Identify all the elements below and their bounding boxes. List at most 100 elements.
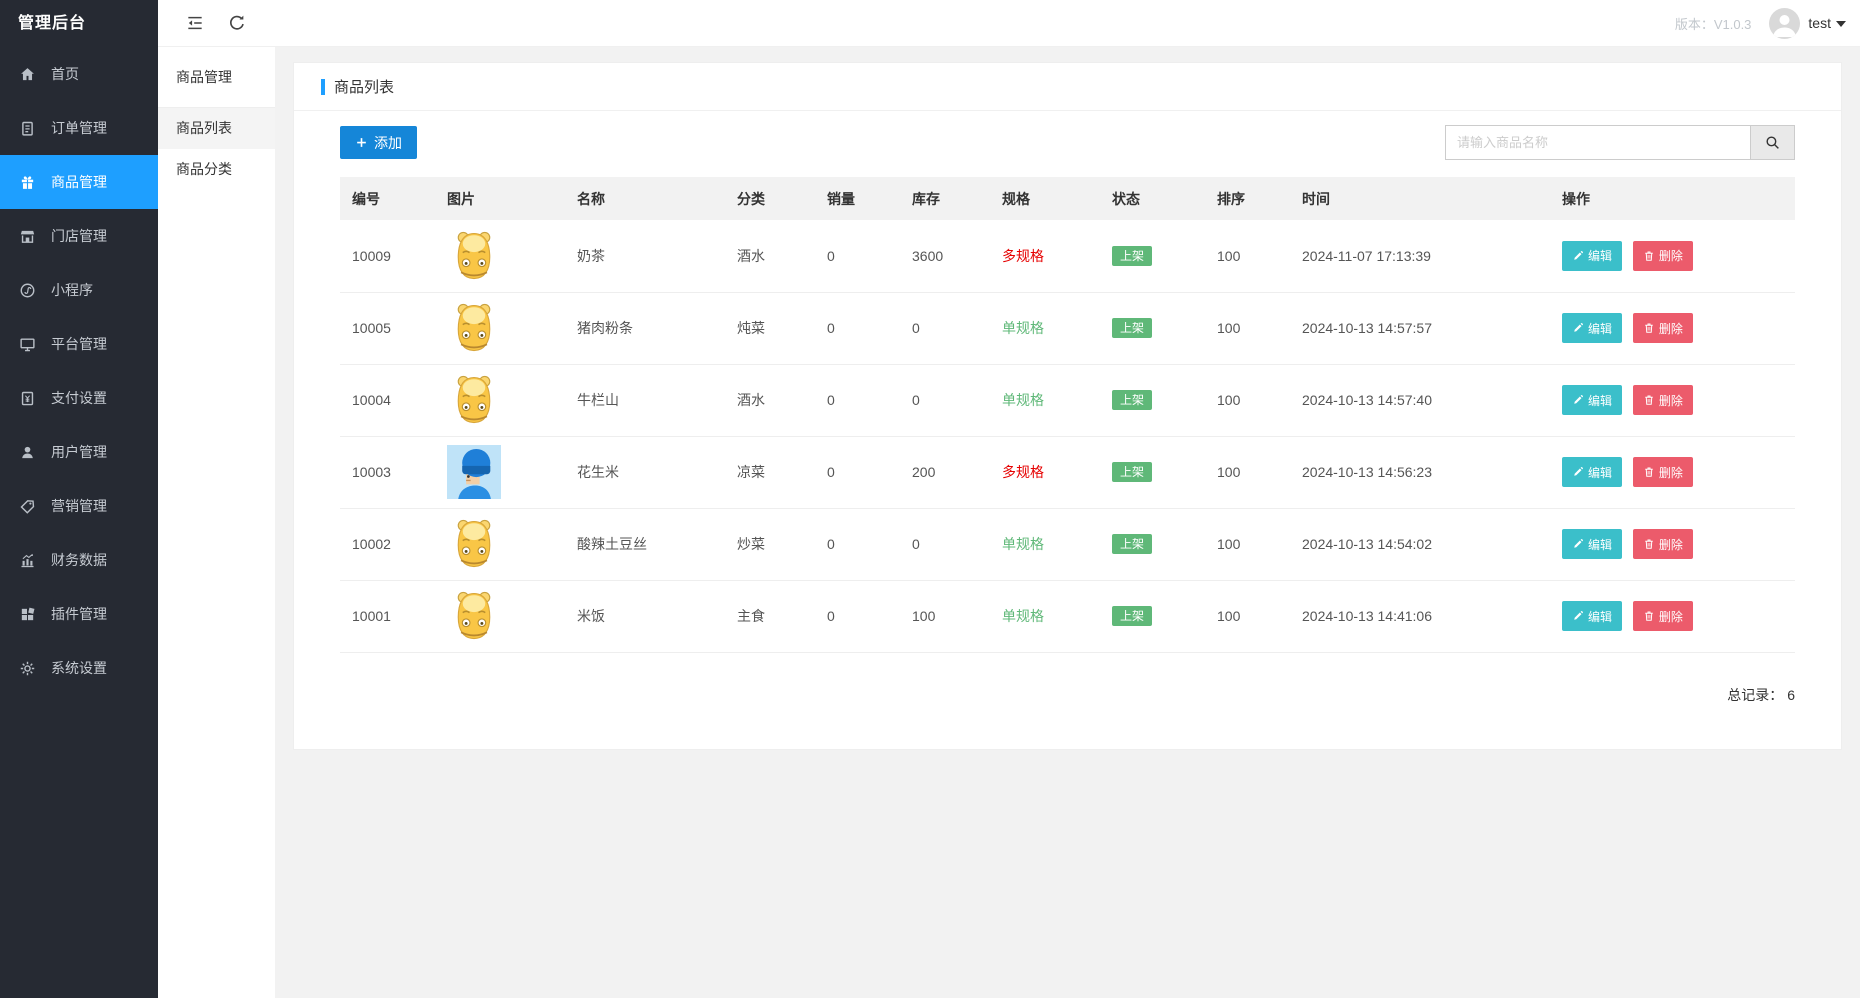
cell-name: 米饭: [565, 580, 725, 653]
search-button[interactable]: [1751, 125, 1795, 160]
table-header-row: 编号 图片 名称 分类 销量 库存 规格 状态 排序 时间 操作: [340, 177, 1795, 220]
cell-image: [435, 292, 565, 365]
sidebar-item-5[interactable]: 小程序: [0, 263, 158, 317]
sidebar-item-label: 首页: [51, 66, 79, 82]
cell-actions: 编辑 删除: [1550, 292, 1795, 365]
cell-image: [435, 580, 565, 653]
cell-category: 酒水: [725, 364, 815, 437]
edit-button[interactable]: 编辑: [1562, 385, 1623, 415]
user-avatar[interactable]: [1769, 7, 1801, 39]
sidebar-item-4[interactable]: 门店管理: [0, 209, 158, 263]
sidebar-item-8[interactable]: 用户管理: [0, 425, 158, 479]
sidebar-item-9[interactable]: 营销管理: [0, 479, 158, 533]
column-header: 分类: [725, 177, 815, 220]
cell-sales: 0: [815, 364, 900, 437]
add-product-button[interactable]: 添加: [340, 126, 417, 159]
edit-button[interactable]: 编辑: [1562, 529, 1623, 559]
platform-icon: [19, 336, 36, 353]
cell-stock: 0: [900, 364, 990, 437]
cell-id: 10004: [340, 364, 435, 437]
sidebar-nav: 首页 订单管理 商品管理 门店管理 小程序 平台管理 支付设置 用户管理 营销管…: [0, 47, 158, 695]
edit-button[interactable]: 编辑: [1562, 601, 1623, 631]
product-table: 编号 图片 名称 分类 销量 库存 规格 状态 排序 时间 操作 10009 奶茶 酒水 0 360…: [340, 177, 1795, 653]
cell-sort: 100: [1205, 436, 1290, 509]
sidebar-item-7[interactable]: 支付设置: [0, 371, 158, 425]
column-header: 名称: [565, 177, 725, 220]
trash-icon: [1643, 322, 1655, 334]
status-badge: 上架: [1112, 245, 1153, 266]
cell-time: 2024-10-13 14:56:23: [1290, 436, 1550, 509]
cell-category: 炖菜: [725, 292, 815, 365]
cell-name: 酸辣土豆丝: [565, 508, 725, 581]
toolbar: 添加: [340, 125, 1795, 160]
cell-sales: 0: [815, 220, 900, 293]
delete-button[interactable]: 删除: [1632, 385, 1693, 415]
miniprogram-icon: [19, 282, 36, 299]
cell-id: 10009: [340, 220, 435, 293]
product-list-card: 商品列表 添加 请输入商品名称 编号 图片 名称 分类 销量 库存 规格 状态 …: [293, 62, 1842, 750]
pencil-icon: [1572, 538, 1584, 550]
sidebar-item-1[interactable]: 首页: [0, 47, 158, 101]
table-row: 10002 酸辣土豆丝 炒菜 0 0 单规格 上架 100 2024-10-13…: [340, 508, 1795, 581]
pencil-icon: [1572, 394, 1584, 406]
user-menu[interactable]: test: [1808, 15, 1831, 31]
delete-button[interactable]: 删除: [1632, 240, 1693, 271]
trash-icon: [1643, 394, 1655, 406]
payment-icon: [19, 390, 36, 407]
sidebar-item-label: 用户管理: [51, 444, 107, 460]
sidebar-item-label: 平台管理: [51, 336, 107, 352]
edit-button[interactable]: 编辑: [1562, 313, 1623, 343]
delete-button[interactable]: 删除: [1632, 529, 1693, 559]
cell-name: 牛栏山: [565, 364, 725, 437]
cell-time: 2024-10-13 14:57:40: [1290, 364, 1550, 437]
hippo-cartoon-image: [447, 228, 501, 283]
submenu-item-2[interactable]: 商品分类: [158, 149, 275, 190]
cell-image: [435, 508, 565, 581]
cell-id: 10005: [340, 292, 435, 365]
search-group: [1445, 125, 1795, 160]
submenu-item-1[interactable]: 商品列表: [158, 108, 275, 149]
cell-actions: 编辑 删除: [1550, 580, 1795, 653]
sidebar-item-3[interactable]: 商品管理: [0, 155, 158, 209]
helmet-avatar-image: [447, 445, 501, 499]
column-header: 库存: [900, 177, 990, 220]
cell-category: 炒菜: [725, 508, 815, 581]
cell-sales: 0: [815, 292, 900, 365]
sidebar: 管理后台 首页 订单管理 商品管理 门店管理 小程序 平台管理 支付设置 用户管…: [0, 0, 158, 998]
cell-id: 10002: [340, 508, 435, 581]
sidebar-item-6[interactable]: 平台管理: [0, 317, 158, 371]
sidebar-item-2[interactable]: 订单管理: [0, 101, 158, 155]
sidebar-item-11[interactable]: 插件管理: [0, 587, 158, 641]
cell-spec: 多规格: [990, 220, 1100, 293]
cell-stock: 3600: [900, 220, 990, 293]
delete-button[interactable]: 删除: [1632, 457, 1693, 487]
sidebar-item-label: 小程序: [51, 282, 93, 298]
search-input[interactable]: [1445, 125, 1751, 160]
cell-sales: 0: [815, 436, 900, 509]
sidebar-item-10[interactable]: 财务数据: [0, 533, 158, 587]
collapse-menu-icon[interactable]: [185, 13, 205, 33]
cell-sort: 100: [1205, 508, 1290, 581]
edit-button[interactable]: 编辑: [1562, 457, 1623, 487]
cell-sort: 100: [1205, 220, 1290, 293]
cell-stock: 200: [900, 436, 990, 509]
table-row: 10003 花生米 凉菜 0 200 多规格 上架 100 2024-10-13…: [340, 436, 1795, 509]
cell-name: 奶茶: [565, 220, 725, 293]
cell-sort: 100: [1205, 364, 1290, 437]
title-accent-bar: [321, 78, 325, 95]
trash-icon: [1643, 466, 1655, 478]
status-badge: 上架: [1112, 606, 1153, 626]
delete-button[interactable]: 删除: [1632, 601, 1693, 631]
cell-spec: 单规格: [990, 292, 1100, 365]
column-header: 规格: [990, 177, 1100, 220]
trash-icon: [1643, 250, 1655, 262]
sidebar-item-12[interactable]: 系统设置: [0, 641, 158, 695]
refresh-icon[interactable]: [227, 13, 247, 33]
delete-button[interactable]: 删除: [1632, 313, 1693, 343]
chevron-down-icon[interactable]: [1836, 21, 1846, 27]
search-icon: [1764, 134, 1781, 151]
edit-button[interactable]: 编辑: [1562, 240, 1623, 271]
pencil-icon: [1572, 250, 1584, 262]
column-header: 操作: [1550, 177, 1795, 220]
cell-spec: 单规格: [990, 364, 1100, 437]
